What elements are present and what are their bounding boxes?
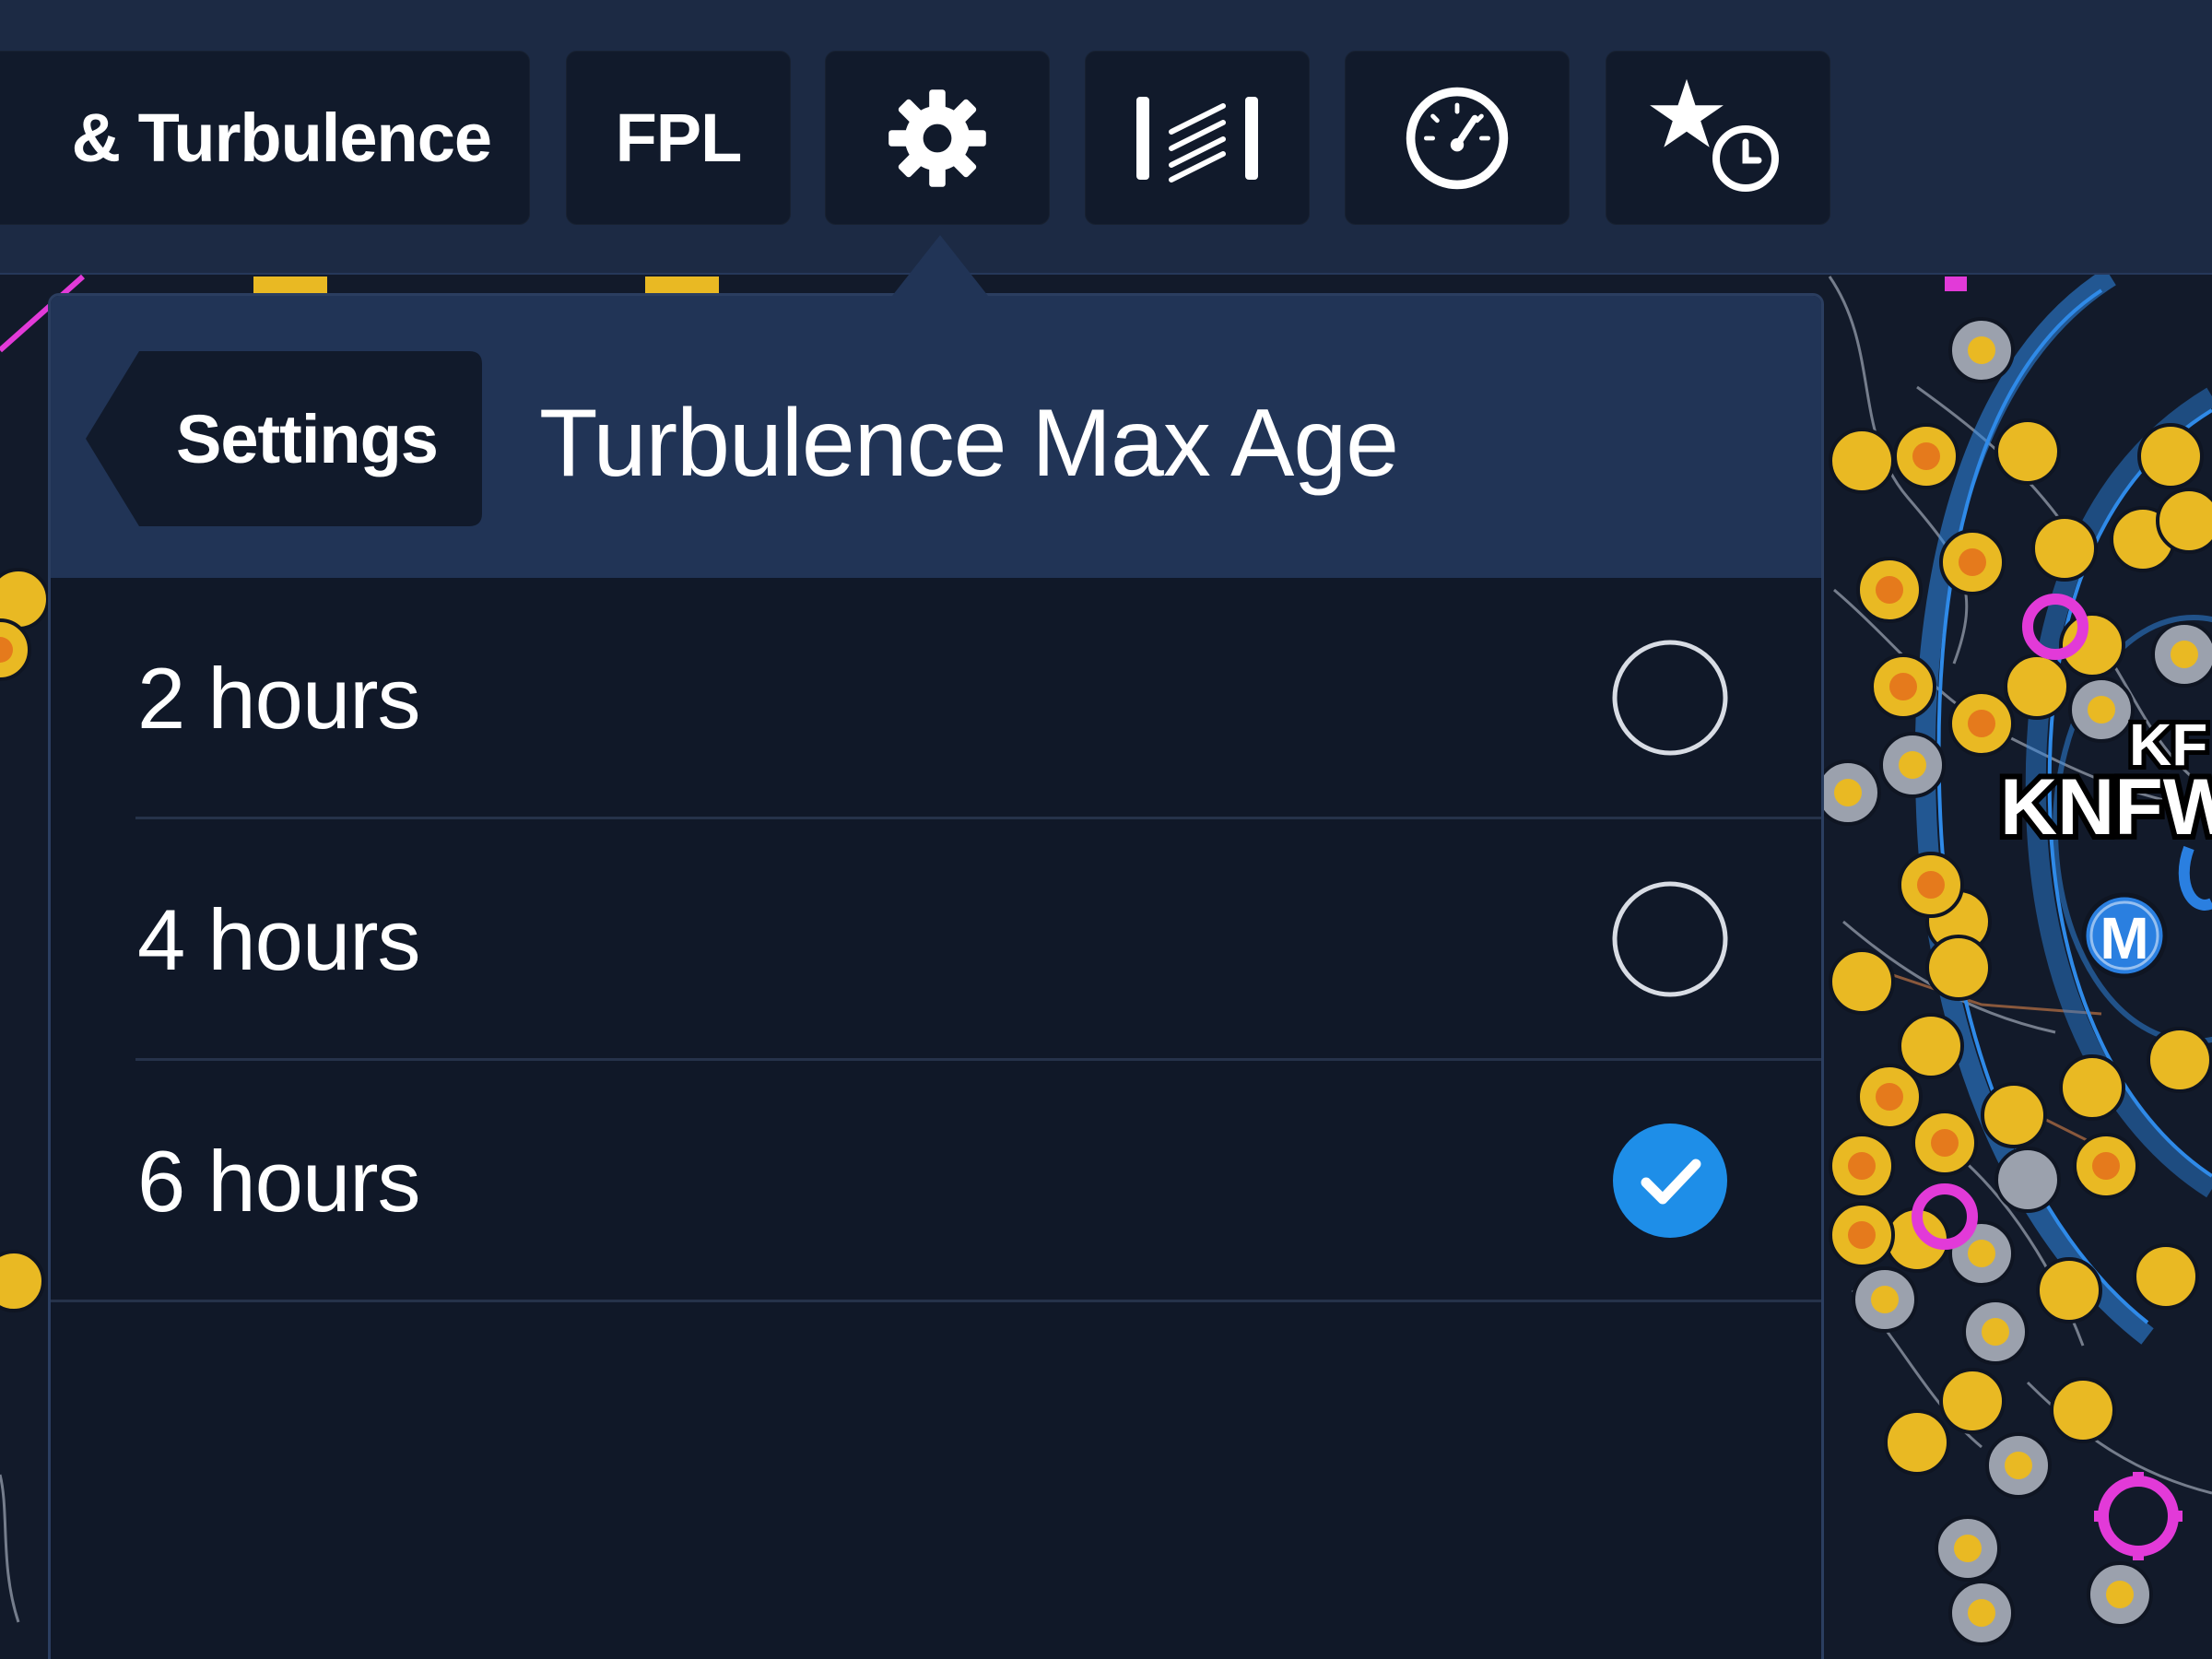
option-row-4-hours[interactable]: 4 hours xyxy=(51,819,1821,1061)
top-toolbar: & Turbulence FPL xyxy=(0,0,2212,275)
row-divider xyxy=(51,1300,1821,1302)
popover-title: Turbulence Max Age xyxy=(539,389,1399,497)
gear-icon xyxy=(888,88,986,187)
fpl-label: FPL xyxy=(615,100,743,176)
profile-view-icon xyxy=(1136,96,1258,182)
star-clock-icon xyxy=(1650,78,1779,192)
popover-header: Settings Turbulence Max Age xyxy=(51,296,1821,578)
instruments-button[interactable] xyxy=(1345,51,1570,225)
popover-arrow xyxy=(892,235,988,296)
option-label: 4 hours xyxy=(137,891,421,988)
airport-label-knfw: KNFW xyxy=(2000,763,2212,852)
option-label: 6 hours xyxy=(137,1133,421,1230)
option-row-6-hours[interactable]: 6 hours xyxy=(51,1061,1821,1302)
radio-unchecked-icon[interactable] xyxy=(1611,880,1729,998)
map-layer-button[interactable]: & Turbulence xyxy=(0,51,530,225)
fpl-button[interactable]: FPL xyxy=(566,51,791,225)
option-label: 2 hours xyxy=(137,650,421,747)
military-marker-letter: M xyxy=(2100,905,2148,971)
radio-unchecked-icon[interactable] xyxy=(1611,639,1729,757)
profile-view-button[interactable] xyxy=(1085,51,1310,225)
app-screen: M KF KNFW & Turbulence FPL Settings Turb… xyxy=(0,0,2212,1659)
back-button-label: Settings xyxy=(176,400,439,477)
turbulence-max-age-popover: Settings Turbulence Max Age 2 hours 4 ho… xyxy=(48,293,1824,1659)
settings-button[interactable] xyxy=(825,51,1050,225)
back-to-settings-button[interactable]: Settings xyxy=(86,351,482,526)
checkmark-selected-icon[interactable] xyxy=(1611,1122,1729,1240)
gauge-icon xyxy=(1406,87,1509,189)
military-marker[interactable]: M xyxy=(2081,892,2168,979)
recents-button[interactable] xyxy=(1606,51,1830,225)
map-layer-label: & Turbulence xyxy=(71,100,492,176)
option-row-2-hours[interactable]: 2 hours xyxy=(51,578,1821,819)
